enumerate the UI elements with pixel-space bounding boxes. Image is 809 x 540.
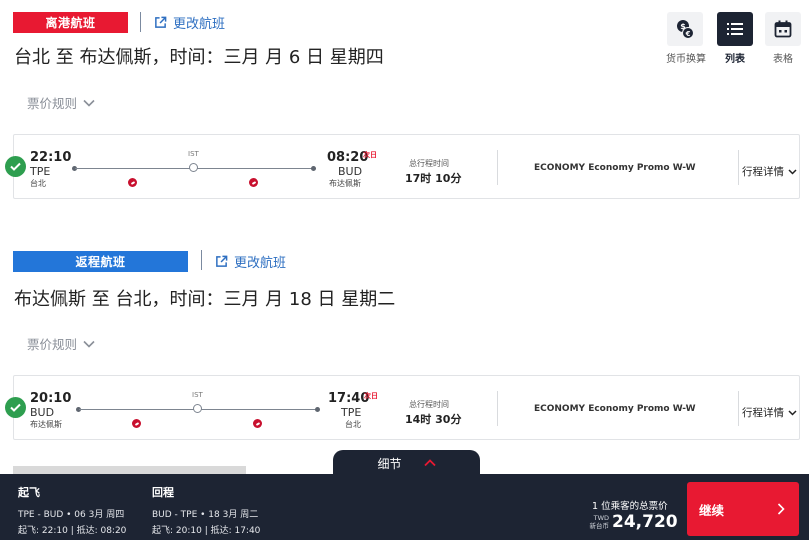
currency-convert-button[interactable]: $ €: [667, 12, 703, 46]
svg-text:€: €: [685, 30, 691, 38]
airline-logo-icon: [128, 178, 137, 187]
chevron-right-icon: [777, 503, 785, 515]
depart-route: TPE - BUD • 06 3月 周四: [18, 510, 125, 520]
selected-check-icon: [5, 156, 26, 177]
fare-rules-label: 票价规则: [27, 96, 78, 111]
list-icon: [727, 23, 743, 35]
details-tab[interactable]: 细节: [333, 450, 480, 476]
chevron-down-icon: [788, 409, 797, 416]
next-day-badge: 次日: [363, 151, 377, 159]
currency-exchange-icon: $ €: [677, 20, 694, 39]
duration-label: 总行程时间: [409, 159, 449, 168]
itinerary-details-toggle[interactable]: 行程详情: [742, 405, 797, 420]
booking-summary-bar: 起飞 TPE - BUD • 06 3月 周四 起飞: 22:10 | 抵达: …: [0, 474, 809, 540]
outbound-fare-rules[interactable]: 票价规则: [27, 93, 95, 112]
fare-rules-label: 票价规则: [27, 337, 78, 352]
departure-time: 20:10: [30, 391, 72, 406]
next-day-badge: 次日: [364, 392, 378, 400]
depart-times: 起飞: 22:10 | 抵达: 08:20: [18, 526, 127, 536]
inbound-route-title: 布达佩斯 至 台北，时间：三月 月 18 日 星期二: [14, 289, 396, 310]
scroll-fade: [13, 466, 246, 474]
divider: [738, 391, 739, 426]
depart-heading: 起飞: [18, 486, 40, 499]
duration-value: 17时 10分: [405, 172, 462, 185]
divider: [497, 150, 498, 185]
cabin-class: ECONOMY Economy Promo W-W: [534, 163, 696, 173]
outbound-route-title: 台北 至 布达佩斯，时间：三月 月 6 日 星期四: [14, 47, 384, 68]
arrival-city: 台北: [345, 420, 361, 429]
itinerary-details-label: 行程详情: [742, 166, 784, 178]
itinerary-details-label: 行程详情: [742, 407, 784, 419]
arrival-code: TPE: [341, 406, 362, 419]
inbound-flight-card[interactable]: 20:10 BUD 布达佩斯 IST 17:40 次日 TPE 台北 总行程时间…: [5, 375, 800, 440]
chevron-down-icon: [83, 340, 95, 348]
airline-logo-icon: [132, 419, 141, 428]
change-inbound-label: 更改航班: [234, 256, 287, 271]
arrival-city: 布达佩斯: [329, 179, 361, 188]
edit-external-icon: [216, 255, 228, 267]
total-amount: 24,720: [612, 512, 678, 532]
stop-code: IST: [188, 150, 199, 158]
edit-external-icon: [155, 16, 167, 28]
divider: [140, 12, 141, 32]
table-view-button[interactable]: [765, 12, 801, 46]
stopover-marker: [193, 404, 202, 413]
duration-label: 总行程时间: [409, 400, 449, 409]
chevron-up-icon: [423, 459, 436, 467]
divider: [738, 150, 739, 185]
divider: [497, 391, 498, 426]
inbound-tag: 返程航班: [13, 251, 188, 272]
stopover-marker: [189, 163, 198, 172]
cabin-class: ECONOMY Economy Promo W-W: [534, 404, 696, 414]
route-end-dot: [315, 407, 320, 412]
outbound-tag: 离港航班: [13, 12, 128, 33]
itinerary-details-toggle[interactable]: 行程详情: [742, 164, 797, 179]
departure-city: 布达佩斯: [30, 420, 62, 429]
continue-label: 继续: [699, 502, 725, 518]
currency-convert-label: 货币换算: [666, 54, 706, 65]
list-view-button[interactable]: [717, 12, 753, 46]
change-outbound-link[interactable]: 更改航班: [154, 13, 225, 32]
route-end-dot: [311, 166, 316, 171]
currency-name: 新台币: [589, 522, 610, 530]
continue-button[interactable]: 继续: [687, 482, 799, 536]
list-view-label: 列表: [725, 54, 745, 65]
divider: [201, 250, 202, 270]
outbound-flight-card[interactable]: 22:10 TPE 台北 IST 08:20 次日 BUD 布达佩斯 总行程时间…: [5, 134, 800, 199]
change-inbound-link[interactable]: 更改航班: [215, 252, 286, 271]
departure-code: TPE: [30, 165, 51, 178]
airline-logo-icon: [249, 178, 258, 187]
calendar-icon: [774, 20, 792, 38]
change-outbound-label: 更改航班: [173, 17, 226, 32]
details-tab-label: 细节: [377, 456, 402, 471]
departure-city: 台北: [30, 179, 46, 188]
chevron-down-icon: [788, 168, 797, 175]
table-view-label: 表格: [773, 54, 793, 65]
arrival-code: BUD: [338, 165, 363, 178]
return-heading: 回程: [152, 486, 174, 499]
chevron-down-icon: [83, 99, 95, 107]
selected-check-icon: [5, 397, 26, 418]
inbound-fare-rules[interactable]: 票价规则: [27, 334, 95, 353]
currency-code: TWD: [593, 514, 609, 522]
departure-code: BUD: [30, 406, 55, 419]
stop-code: IST: [192, 391, 203, 399]
return-route: BUD - TPE • 18 3月 周二: [152, 510, 259, 520]
airline-logo-icon: [253, 419, 262, 428]
departure-time: 22:10: [30, 150, 72, 165]
duration-value: 14时 30分: [405, 413, 462, 426]
return-times: 起飞: 20:10 | 抵达: 17:40: [152, 526, 261, 536]
total-fare-label: 1 位乘客的总票价: [592, 501, 668, 512]
